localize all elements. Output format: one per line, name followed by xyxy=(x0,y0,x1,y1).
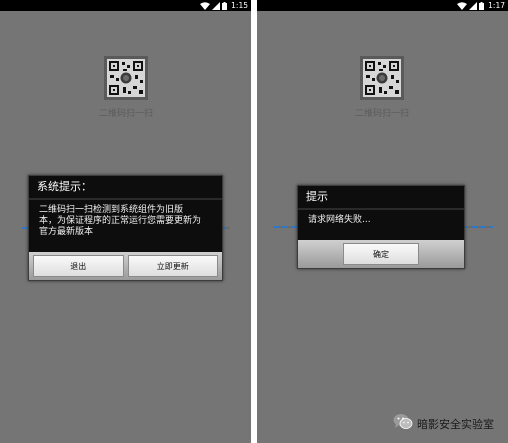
signal-icon xyxy=(212,1,221,10)
dialog-message-line: 官方最新版本 xyxy=(39,227,94,237)
phone-screen-left: 1:15 二维码扫一扫 系统提示： 二维码扫一扫检测到系统组件为旧版 本，为保证… xyxy=(0,0,251,443)
status-bar: 1:15 xyxy=(0,0,251,11)
battery-icon xyxy=(222,1,228,10)
watermark: 暗影安全实验室 xyxy=(393,413,494,434)
qr-caption: 二维码扫一扫 xyxy=(98,109,153,119)
watermark-text: 暗影安全实验室 xyxy=(417,417,494,431)
status-time: 1:17 xyxy=(488,1,505,10)
dialog-message-line: 请求网络失败... xyxy=(308,215,371,225)
wifi-icon xyxy=(200,1,211,10)
wifi-icon xyxy=(457,1,468,10)
update-now-button[interactable]: 立即更新 xyxy=(127,255,218,277)
dialog-button-bar: 退出 立即更新 xyxy=(29,252,222,280)
status-time: 1:15 xyxy=(231,1,248,10)
confirm-button[interactable]: 确定 xyxy=(343,243,419,265)
dialog-message-line: 本，为保证程序的正常运行您需要更新为 xyxy=(39,216,202,226)
dialog-message: 请求网络失败... xyxy=(298,210,464,230)
wechat-icon xyxy=(393,413,413,434)
qr-code-icon xyxy=(104,56,148,100)
dialog-message: 二维码扫一扫检测到系统组件为旧版 本，为保证程序的正常运行您需要更新为 官方最新… xyxy=(29,200,222,242)
network-error-dialog: 提示 请求网络失败... 确定 xyxy=(297,185,465,269)
system-update-dialog: 系统提示： 二维码扫一扫检测到系统组件为旧版 本，为保证程序的正常运行您需要更新… xyxy=(28,175,223,281)
dialog-message-line: 二维码扫一扫检测到系统组件为旧版 xyxy=(39,205,184,215)
phone-screen-right: 1:17 二维码扫一扫 提示 请求网络失败... 确定 xyxy=(257,0,508,443)
dialog-title: 提示 xyxy=(306,190,328,203)
qr-caption: 二维码扫一扫 xyxy=(354,109,409,119)
status-bar: 1:17 xyxy=(257,0,508,11)
signal-icon xyxy=(469,1,478,10)
dialog-button-bar: 确定 xyxy=(298,240,464,268)
battery-icon xyxy=(479,1,485,10)
exit-button[interactable]: 退出 xyxy=(33,255,124,277)
dialog-title: 系统提示： xyxy=(37,180,92,193)
qr-code-icon xyxy=(360,56,404,100)
